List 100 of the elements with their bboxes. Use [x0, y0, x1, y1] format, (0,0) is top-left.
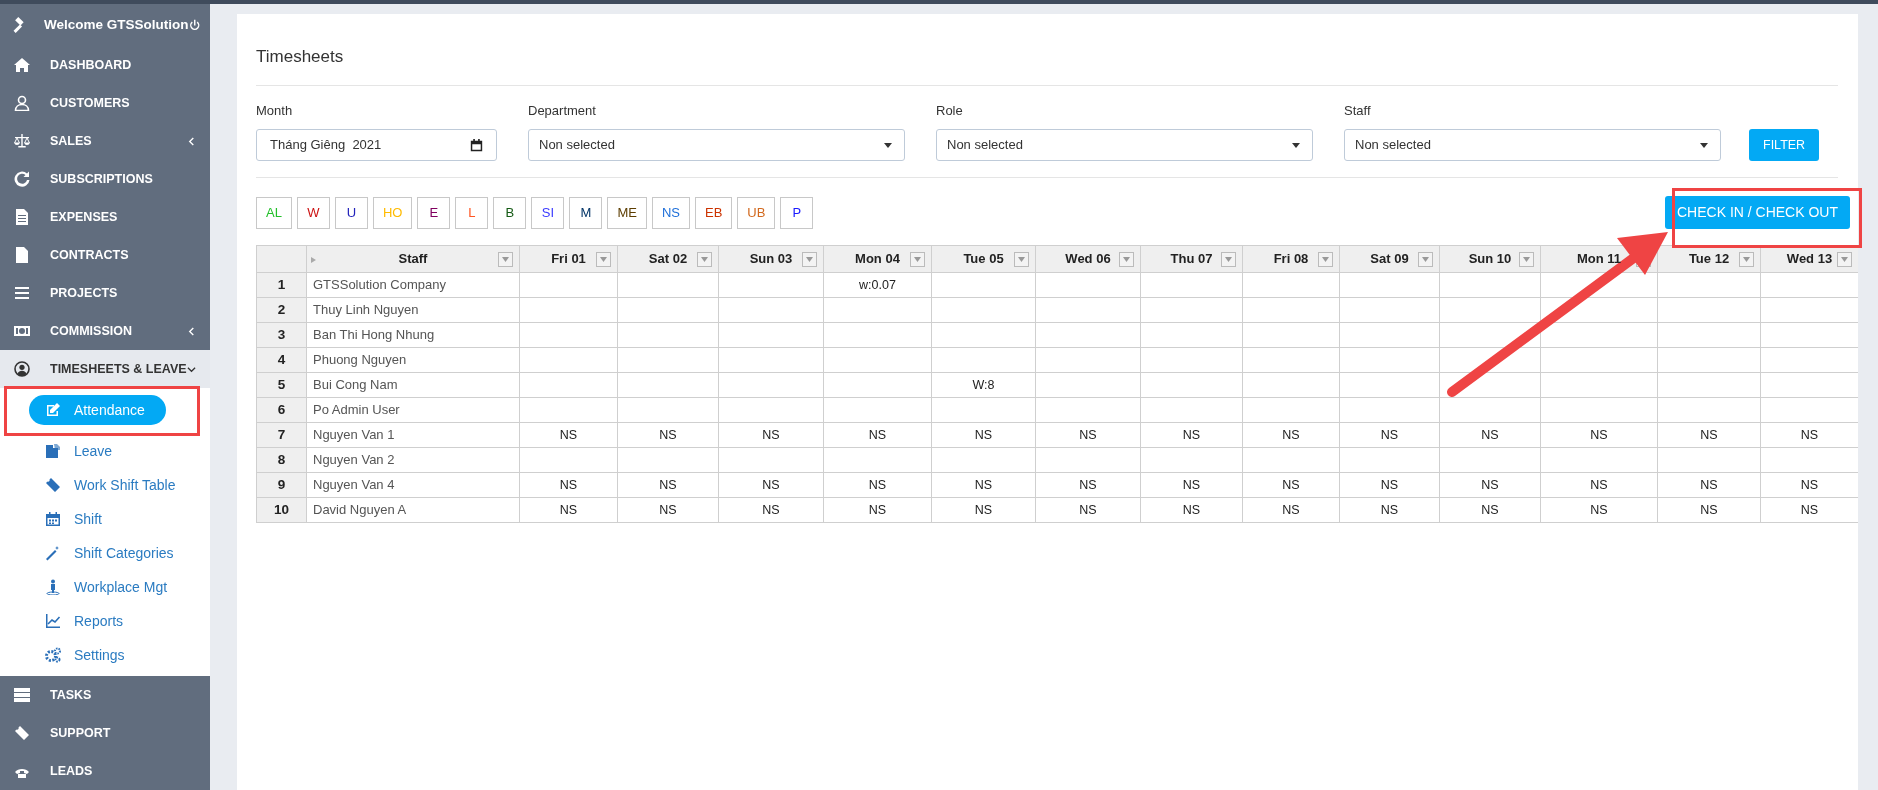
scale-icon: [14, 133, 30, 149]
column-header[interactable]: Fri 01: [519, 245, 618, 273]
filter-label: Staff: [1344, 101, 1372, 120]
table-corner: [256, 245, 307, 273]
table-cell: NS: [1242, 422, 1340, 448]
sidebar-item[interactable]: SUBSCRIPTIONS: [0, 160, 210, 198]
sidebar-item[interactable]: COMMISSION: [0, 312, 210, 350]
expand-triangle-icon: [311, 257, 316, 263]
caret-down-icon: [884, 142, 892, 148]
submenu-item[interactable]: Work Shift Table: [0, 468, 210, 502]
menu-icon: [14, 285, 30, 301]
select-field[interactable]: Non selected: [936, 129, 1313, 161]
table-cell: NS: [519, 497, 618, 523]
staff-name-cell: GTSSolution Company: [306, 272, 520, 298]
row-number: 1: [256, 272, 307, 298]
submenu-item[interactable]: Workplace Mgt: [0, 570, 210, 604]
column-header[interactable]: Wed 06: [1035, 245, 1141, 273]
ticket-icon: [45, 477, 61, 493]
page-title: Timesheets: [256, 44, 1838, 86]
submenu-item[interactable]: Shift: [0, 502, 210, 536]
table-cell: NS: [617, 472, 719, 498]
table-cell: NS: [1242, 472, 1340, 498]
submenu-item[interactable]: Reports: [0, 604, 210, 638]
table-cell: NS: [617, 497, 719, 523]
select-field[interactable]: Non selected: [1344, 129, 1721, 161]
table-cell: NS: [1657, 472, 1761, 498]
table-cell: NS: [931, 497, 1036, 523]
table-cell: NS: [1540, 472, 1658, 498]
table-cell: W:8: [931, 372, 1036, 398]
legend-code-button[interactable]: W: [296, 196, 330, 229]
table-cell: NS: [1439, 497, 1541, 523]
column-header[interactable]: Sun 03: [718, 245, 824, 273]
filter-label: Department: [528, 101, 597, 120]
sidebar-item[interactable]: TASKS: [0, 676, 210, 714]
row-number: 2: [256, 297, 307, 323]
staff-name-cell: David Nguyen A: [306, 497, 520, 523]
legend-code-button[interactable]: UB: [737, 196, 776, 229]
calendar-icon: [45, 511, 61, 527]
column-header[interactable]: Staff: [306, 245, 520, 273]
table-cell: NS: [1657, 497, 1761, 523]
chevron-down-icon: [187, 364, 196, 374]
legend-code-button[interactable]: ME: [607, 196, 647, 229]
table-cell: NS: [1439, 472, 1541, 498]
submenu-item[interactable]: Shift Categories: [0, 536, 210, 570]
legend-code-button[interactable]: L: [455, 196, 489, 229]
table-cell: NS: [1242, 497, 1340, 523]
line-chart-icon: [45, 613, 61, 629]
caret-down-icon: [1292, 142, 1300, 148]
legend-code-button[interactable]: SI: [531, 196, 565, 229]
filter-label: Month: [256, 101, 294, 120]
column-header[interactable]: Tue 05: [931, 245, 1036, 273]
caret-down-icon: [1700, 142, 1708, 148]
table-cell: NS: [823, 472, 932, 498]
sidebar-item[interactable]: LEADS: [0, 752, 210, 790]
legend-code-button[interactable]: B: [493, 196, 527, 229]
legend-code-button[interactable]: E: [417, 196, 451, 229]
sidebar-item[interactable]: CONTRACTS: [0, 236, 210, 274]
sidebar-item[interactable]: TIMESHEETS & LEAVE: [0, 350, 210, 388]
calendar-icon: [470, 138, 483, 152]
sidebar-item[interactable]: CUSTOMERS: [0, 84, 210, 122]
sidebar-item[interactable]: PROJECTS: [0, 274, 210, 312]
column-header[interactable]: Fri 08: [1242, 245, 1340, 273]
legend-code-button[interactable]: U: [334, 196, 368, 229]
select-field[interactable]: Non selected: [528, 129, 905, 161]
row-number: 3: [256, 322, 307, 348]
legend-code-button[interactable]: P: [780, 196, 814, 229]
sidebar-item[interactable]: DASHBOARD: [0, 46, 210, 84]
table-cell: NS: [931, 472, 1036, 498]
sidebar-item[interactable]: SALES: [0, 122, 210, 160]
table-cell: NS: [1140, 472, 1243, 498]
chevron-left-icon: [187, 136, 196, 146]
table-cell: NS: [1540, 497, 1658, 523]
column-header[interactable]: Mon 04: [823, 245, 932, 273]
user-icon: [14, 95, 30, 111]
sidebar-item[interactable]: SUPPORT: [0, 714, 210, 752]
month-field[interactable]: Tháng Giêng 2021: [256, 129, 497, 161]
table-cell: NS: [718, 497, 824, 523]
table-cell: NS: [1339, 472, 1440, 498]
column-header[interactable]: Sat 02: [617, 245, 719, 273]
row-number: 9: [256, 472, 307, 498]
sidebar-item[interactable]: EXPENSES: [0, 198, 210, 236]
ticket-icon: [14, 725, 30, 741]
column-header[interactable]: Thu 07: [1140, 245, 1243, 273]
table-cell: NS: [1035, 422, 1141, 448]
table-cell: NS: [1339, 422, 1440, 448]
staff-name-cell: Phuong Nguyen: [306, 347, 520, 373]
file-icon: [14, 247, 30, 263]
row-number: 4: [256, 347, 307, 373]
column-header[interactable]: Sun 10: [1439, 245, 1541, 273]
column-header[interactable]: Sat 09: [1339, 245, 1440, 273]
filter-label: Role: [936, 101, 964, 120]
legend-code-button[interactable]: M: [569, 196, 603, 229]
table-cell: NS: [1140, 497, 1243, 523]
submenu-item[interactable]: Settings: [0, 638, 210, 672]
legend-code-button[interactable]: NS: [651, 196, 690, 229]
submenu-item[interactable]: Leave: [0, 434, 210, 468]
edit-icon: [45, 402, 61, 418]
legend-code-button[interactable]: EB: [694, 196, 733, 229]
table-cell: w:0.07: [823, 272, 932, 298]
table-cell: NS: [931, 422, 1036, 448]
